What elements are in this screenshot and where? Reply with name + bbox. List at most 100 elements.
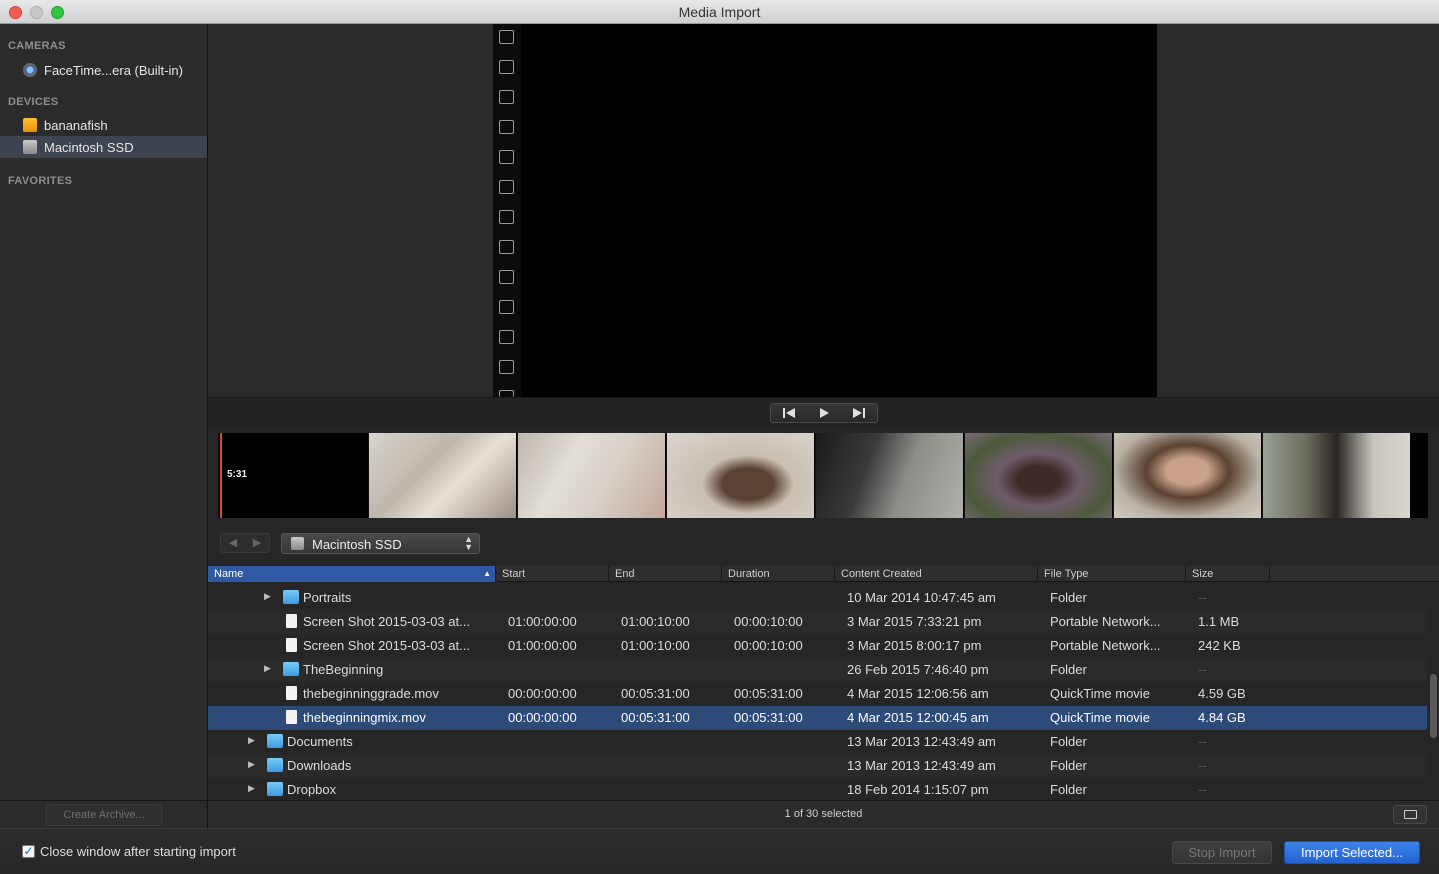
disclosure-triangle-icon[interactable]: ▶ xyxy=(248,735,255,746)
cell-start: 00:00:00:00 xyxy=(508,710,577,725)
cell-name: Screen Shot 2015-03-03 at... xyxy=(303,638,470,653)
cell-created: 4 Mar 2015 12:00:45 am xyxy=(847,710,989,725)
transport-controls xyxy=(770,403,878,423)
cell-created: 4 Mar 2015 12:06:56 am xyxy=(847,686,989,701)
cell-type: Folder xyxy=(1050,662,1087,677)
column-header-content-created[interactable]: Content Created xyxy=(835,566,1038,582)
perforation xyxy=(499,330,514,344)
scrollbar-thumb[interactable] xyxy=(1430,674,1437,738)
table-rows: ▶ Portraits 10 Mar 2014 10:47:45 am Folder -… xyxy=(208,586,1427,800)
sidebar-item-label: bananafish xyxy=(44,118,108,133)
back-button[interactable]: ◀ xyxy=(221,534,245,552)
close-after-import-checkbox[interactable]: ✓ xyxy=(22,845,35,858)
forward-button[interactable]: ▶ xyxy=(245,534,269,552)
cell-name: Portraits xyxy=(303,590,352,605)
cell-name: thebeginningmix.mov xyxy=(303,710,426,725)
toggle-filmstrip-view-button[interactable] xyxy=(1393,805,1427,824)
sidebar-heading-devices: DEVICES xyxy=(8,96,59,108)
import-selected-button[interactable]: Import Selected... xyxy=(1284,841,1420,864)
folder-icon xyxy=(267,782,283,796)
column-header-start[interactable]: Start xyxy=(496,566,609,582)
cell-created: 13 Mar 2013 12:43:49 am xyxy=(847,734,996,749)
cell-name: Documents xyxy=(287,734,353,749)
disclosure-triangle-icon[interactable]: ▶ xyxy=(264,663,271,674)
folder-icon xyxy=(283,662,299,676)
column-header-size[interactable]: Size xyxy=(1186,566,1270,582)
play-button[interactable] xyxy=(806,404,841,422)
history-nav: ◀ ▶ xyxy=(220,533,270,553)
cell-end: 00:05:31:00 xyxy=(621,710,690,725)
clip-thumbnail-strip[interactable]: 5:31 xyxy=(218,433,1428,518)
sidebar-item-facetime-camera[interactable]: FaceTime...era (Built-in) xyxy=(0,59,207,81)
thumbnail-frame xyxy=(666,433,814,518)
table-row[interactable]: Screen Shot 2015-03-03 at... 01:00:00:00 0… xyxy=(208,610,1427,634)
cell-created: 18 Feb 2014 1:15:07 pm xyxy=(847,782,989,797)
table-header: Name ▲ Start End Duration Content Created… xyxy=(208,566,1439,582)
cell-duration: 00:05:31:00 xyxy=(734,686,803,701)
table-row[interactable]: ▶ TheBeginning 26 Feb 2015 7:46:40 pm Folde… xyxy=(208,658,1427,682)
play-icon xyxy=(819,408,829,418)
filmstrip-perforation xyxy=(493,24,521,397)
browser-toolbar: ◀ ▶ Macintosh SSD ▲ ▼ xyxy=(208,528,1439,566)
disclosure-triangle-icon[interactable]: ▶ xyxy=(264,591,271,602)
internal-drive-icon xyxy=(23,140,37,154)
external-drive-icon xyxy=(23,118,37,132)
thumbnail-frame xyxy=(517,433,665,518)
perforation xyxy=(499,300,514,314)
cell-size: -- xyxy=(1198,590,1207,605)
perforation xyxy=(499,60,514,74)
stop-import-button[interactable]: Stop Import xyxy=(1172,841,1272,864)
go-to-start-button[interactable] xyxy=(771,404,806,422)
table-row[interactable]: thebeginninggrade.mov 00:00:00:00 00:05:31… xyxy=(208,682,1427,706)
popup-arrows-icon: ▲ ▼ xyxy=(464,534,473,552)
create-archive-button[interactable]: Create Archive... xyxy=(46,804,162,826)
table-row[interactable]: ▶ Portraits 10 Mar 2014 10:47:45 am Folder -… xyxy=(208,586,1427,610)
cell-type: QuickTime movie xyxy=(1050,710,1150,725)
cell-name: Screen Shot 2015-03-03 at... xyxy=(303,614,470,629)
cell-end: 01:00:10:00 xyxy=(621,614,690,629)
table-row[interactable]: thebeginningmix.mov 00:00:00:00 00:05:31:0… xyxy=(208,706,1427,730)
sidebar-item-bananafish[interactable]: bananafish xyxy=(0,114,207,136)
thumbnail-frame xyxy=(815,433,963,518)
table-row[interactable]: Screen Shot 2015-03-03 at... 01:00:00:00 0… xyxy=(208,634,1427,658)
vertical-scrollbar[interactable] xyxy=(1429,582,1437,800)
column-header-file-type[interactable]: File Type xyxy=(1038,566,1186,582)
disclosure-triangle-icon[interactable]: ▶ xyxy=(248,783,255,794)
title-bar[interactable]: Media Import xyxy=(0,0,1439,24)
perforation xyxy=(499,90,514,104)
cell-start: 01:00:00:00 xyxy=(508,638,577,653)
table-row[interactable]: ▶ Documents 13 Mar 2013 12:43:49 am Folder -… xyxy=(208,730,1427,754)
cell-type: Folder xyxy=(1050,758,1087,773)
status-bar: Create Archive... 1 of 30 selected xyxy=(0,800,1439,829)
sidebar-item-label: FaceTime...era (Built-in) xyxy=(44,63,183,78)
document-icon xyxy=(286,638,297,652)
sort-ascending-icon: ▲ xyxy=(483,569,491,578)
table-row[interactable]: ▶ Dropbox 18 Feb 2014 1:15:07 pm Folder -- xyxy=(208,778,1427,800)
thumbnail-frame: 5:31 xyxy=(218,433,366,518)
preview-area xyxy=(208,24,1439,397)
sidebar-heading-favorites: FAVORITES xyxy=(8,175,73,187)
disclosure-triangle-icon[interactable]: ▶ xyxy=(248,759,255,770)
location-popup[interactable]: Macintosh SSD ▲ ▼ xyxy=(281,533,480,554)
cell-size: 242 KB xyxy=(1198,638,1241,653)
document-icon xyxy=(286,710,297,724)
skip-back-icon xyxy=(782,408,795,418)
column-header-duration[interactable]: Duration xyxy=(722,566,835,582)
document-icon xyxy=(286,686,297,700)
table-row[interactable]: ▶ Downloads 13 Mar 2013 12:43:49 am Folder -… xyxy=(208,754,1427,778)
cell-name: thebeginninggrade.mov xyxy=(303,686,439,701)
perforation xyxy=(499,270,514,284)
video-preview[interactable] xyxy=(521,24,1157,397)
filmstrip-view-icon xyxy=(1404,810,1417,819)
go-to-end-button[interactable] xyxy=(842,404,877,422)
perforation xyxy=(499,30,514,44)
playhead[interactable] xyxy=(220,433,222,518)
media-import-window: Media Import CAMERAS FaceTime...era (Bui… xyxy=(0,0,1439,874)
column-header-end[interactable]: End xyxy=(609,566,722,582)
perforation xyxy=(499,120,514,134)
column-header-name[interactable]: Name ▲ xyxy=(208,566,496,582)
cell-duration: 00:00:10:00 xyxy=(734,638,803,653)
sidebar-item-macintosh-ssd[interactable]: Macintosh SSD xyxy=(0,136,207,158)
cell-type: QuickTime movie xyxy=(1050,686,1150,701)
perforation xyxy=(499,210,514,224)
